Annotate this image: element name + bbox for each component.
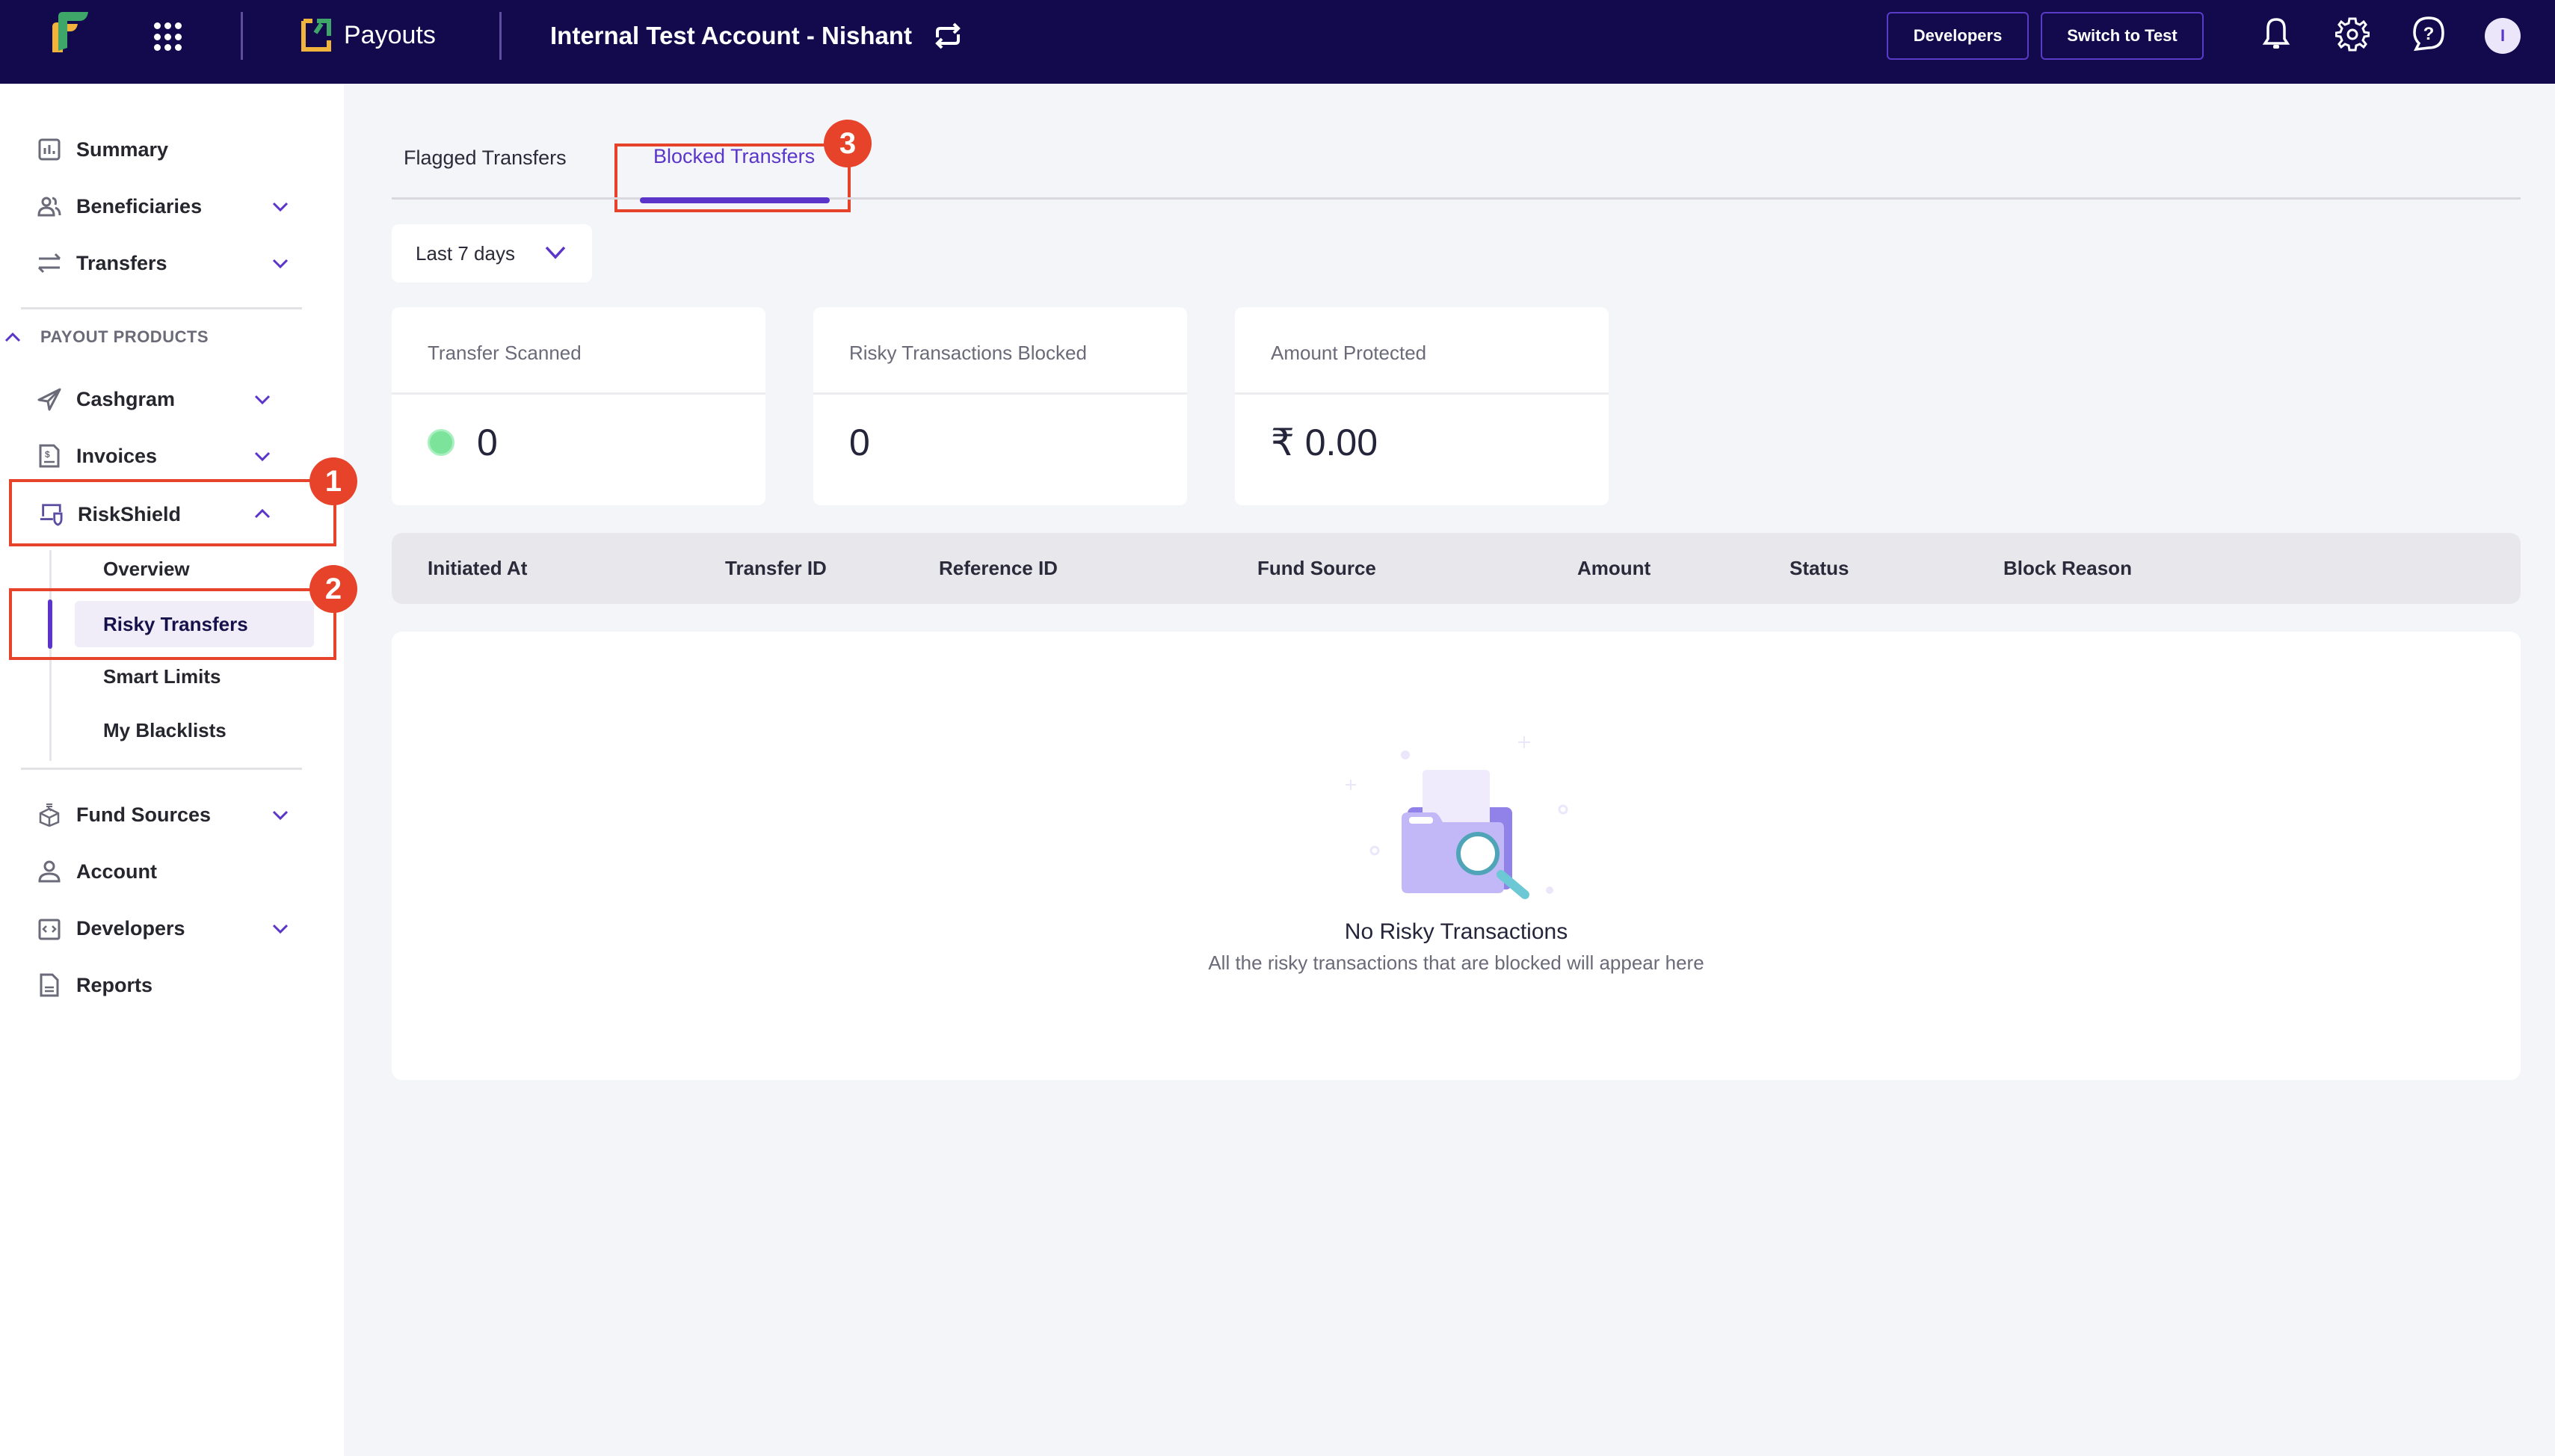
card-divider (1235, 392, 1609, 395)
chevron-down-icon[interactable] (272, 259, 289, 269)
chevron-down-icon[interactable] (254, 395, 271, 405)
card-divider (813, 392, 1187, 395)
header-divider (241, 12, 243, 60)
invoice-icon: $ (39, 444, 60, 468)
status-dot-icon (428, 429, 454, 456)
sidebar: Summary Beneficiaries Transfers PAYOUT P… (0, 84, 344, 1456)
users-icon (37, 197, 61, 217)
column-header-status[interactable]: Status (1790, 557, 1849, 580)
payouts-icon (301, 19, 331, 52)
bar-chart-icon (38, 138, 61, 161)
developers-button[interactable]: Developers (1887, 12, 2029, 60)
account-name: Internal Test Account - Nishant (550, 22, 913, 49)
fund-box-icon (39, 803, 60, 827)
empty-state-panel: No Risky Transactions All the risky tran… (392, 632, 2521, 1080)
cashfree-logo[interactable] (48, 10, 90, 52)
shield-laptop-icon (40, 504, 63, 526)
date-range-value: Last 7 days (416, 241, 515, 265)
column-header-amount[interactable]: Amount (1577, 557, 1651, 580)
sidebar-item-summary[interactable]: Summary (37, 129, 299, 170)
account-selector[interactable]: Internal Test Account - Nishant (550, 19, 963, 52)
empty-state-title: No Risky Transactions (1344, 919, 1568, 944)
chevron-up-icon (4, 332, 21, 342)
chevron-down-icon[interactable] (272, 810, 289, 821)
product-name: Payouts (344, 20, 436, 49)
switch-to-test-button[interactable]: Switch to Test (2041, 12, 2204, 60)
stat-card-amount-protected: Amount Protected ₹ 0.00 (1235, 307, 1609, 505)
annotation-badge-1: 1 (309, 457, 357, 505)
date-range-dropdown[interactable]: Last 7 days (392, 224, 592, 283)
annotation-badge-3: 3 (824, 120, 872, 167)
column-header-block-reason[interactable]: Block Reason (2003, 557, 2132, 580)
product-switcher[interactable]: Payouts (301, 18, 436, 52)
empty-folder-search-illustration (1346, 736, 1568, 899)
paper-plane-icon (37, 388, 61, 411)
active-tab-indicator (640, 197, 830, 203)
stat-card-transfer-scanned: Transfer Scanned 0 (392, 307, 765, 505)
user-avatar[interactable]: I (2485, 18, 2521, 54)
svg-text:?: ? (2423, 24, 2435, 44)
stat-title: Risky Transactions Blocked (849, 342, 1087, 364)
arrows-swap-icon (37, 253, 61, 274)
chevron-up-icon[interactable] (254, 508, 271, 519)
stat-card-risky-blocked: Risky Transactions Blocked 0 (813, 307, 1187, 505)
sidebar-item-transfers[interactable]: Transfers (37, 242, 299, 284)
active-indicator (48, 599, 52, 649)
stat-value: ₹ 0.00 (1271, 422, 1378, 463)
submenu-guide-line (49, 550, 52, 761)
payout-products-section-toggle[interactable]: PAYOUT PRODUCTS (4, 327, 209, 347)
sidebar-subitem-risky-transfers[interactable]: Risky Transfers (75, 601, 314, 647)
stat-value-wrap: 0 (428, 421, 498, 464)
help-icon[interactable]: ? (2411, 15, 2446, 52)
tab-flagged-transfers[interactable]: Flagged Transfers (404, 146, 567, 170)
chevron-down-icon[interactable] (272, 924, 289, 934)
tab-blocked-transfers[interactable]: Blocked Transfers (653, 145, 815, 168)
sidebar-subitem-smart-limits[interactable]: Smart Limits (75, 653, 314, 700)
apps-grid-icon[interactable] (154, 22, 184, 52)
sidebar-item-cashgram[interactable]: Cashgram (37, 378, 299, 420)
switch-account-icon[interactable] (933, 19, 963, 52)
user-icon (38, 860, 61, 883)
top-navbar: Payouts Internal Test Account - Nishant … (0, 0, 2555, 84)
sidebar-item-beneficiaries[interactable]: Beneficiaries (37, 185, 299, 227)
empty-state-subtitle: All the risky transactions that are bloc… (1208, 951, 1704, 974)
bell-icon[interactable] (2259, 15, 2293, 52)
column-header-reference-id[interactable]: Reference ID (939, 557, 1058, 580)
svg-text:$: $ (45, 449, 50, 460)
chevron-down-icon[interactable] (254, 451, 271, 462)
sidebar-item-account[interactable]: Account (37, 851, 299, 892)
column-header-fund-source[interactable]: Fund Source (1257, 557, 1376, 580)
sidebar-item-invoices[interactable]: $ Invoices (37, 435, 299, 477)
stat-title: Amount Protected (1271, 342, 1427, 364)
code-icon (38, 919, 61, 940)
chevron-down-icon (545, 246, 566, 259)
card-divider (392, 392, 765, 395)
table-header: Initiated At Transfer ID Reference ID Fu… (392, 533, 2521, 604)
sidebar-divider (21, 768, 302, 770)
document-icon (40, 973, 59, 997)
sidebar-item-riskshield[interactable]: RiskShield (39, 493, 301, 535)
sidebar-subitem-overview[interactable]: Overview (75, 546, 314, 592)
stat-title: Transfer Scanned (428, 342, 582, 364)
chevron-down-icon[interactable] (272, 202, 289, 212)
sidebar-item-fund-sources[interactable]: Fund Sources (37, 794, 299, 836)
column-header-initiated-at[interactable]: Initiated At (428, 557, 527, 580)
sidebar-item-developers[interactable]: Developers (37, 907, 299, 949)
header-divider (499, 12, 502, 60)
sidebar-divider (21, 307, 302, 309)
stat-value: 0 (477, 422, 498, 463)
sidebar-item-reports[interactable]: Reports (37, 964, 299, 1006)
gear-icon[interactable] (2335, 15, 2370, 52)
sidebar-subitem-my-blacklists[interactable]: My Blacklists (75, 707, 314, 753)
annotation-badge-2: 2 (309, 565, 357, 613)
stat-value: 0 (849, 422, 870, 463)
column-header-transfer-id[interactable]: Transfer ID (725, 557, 827, 580)
